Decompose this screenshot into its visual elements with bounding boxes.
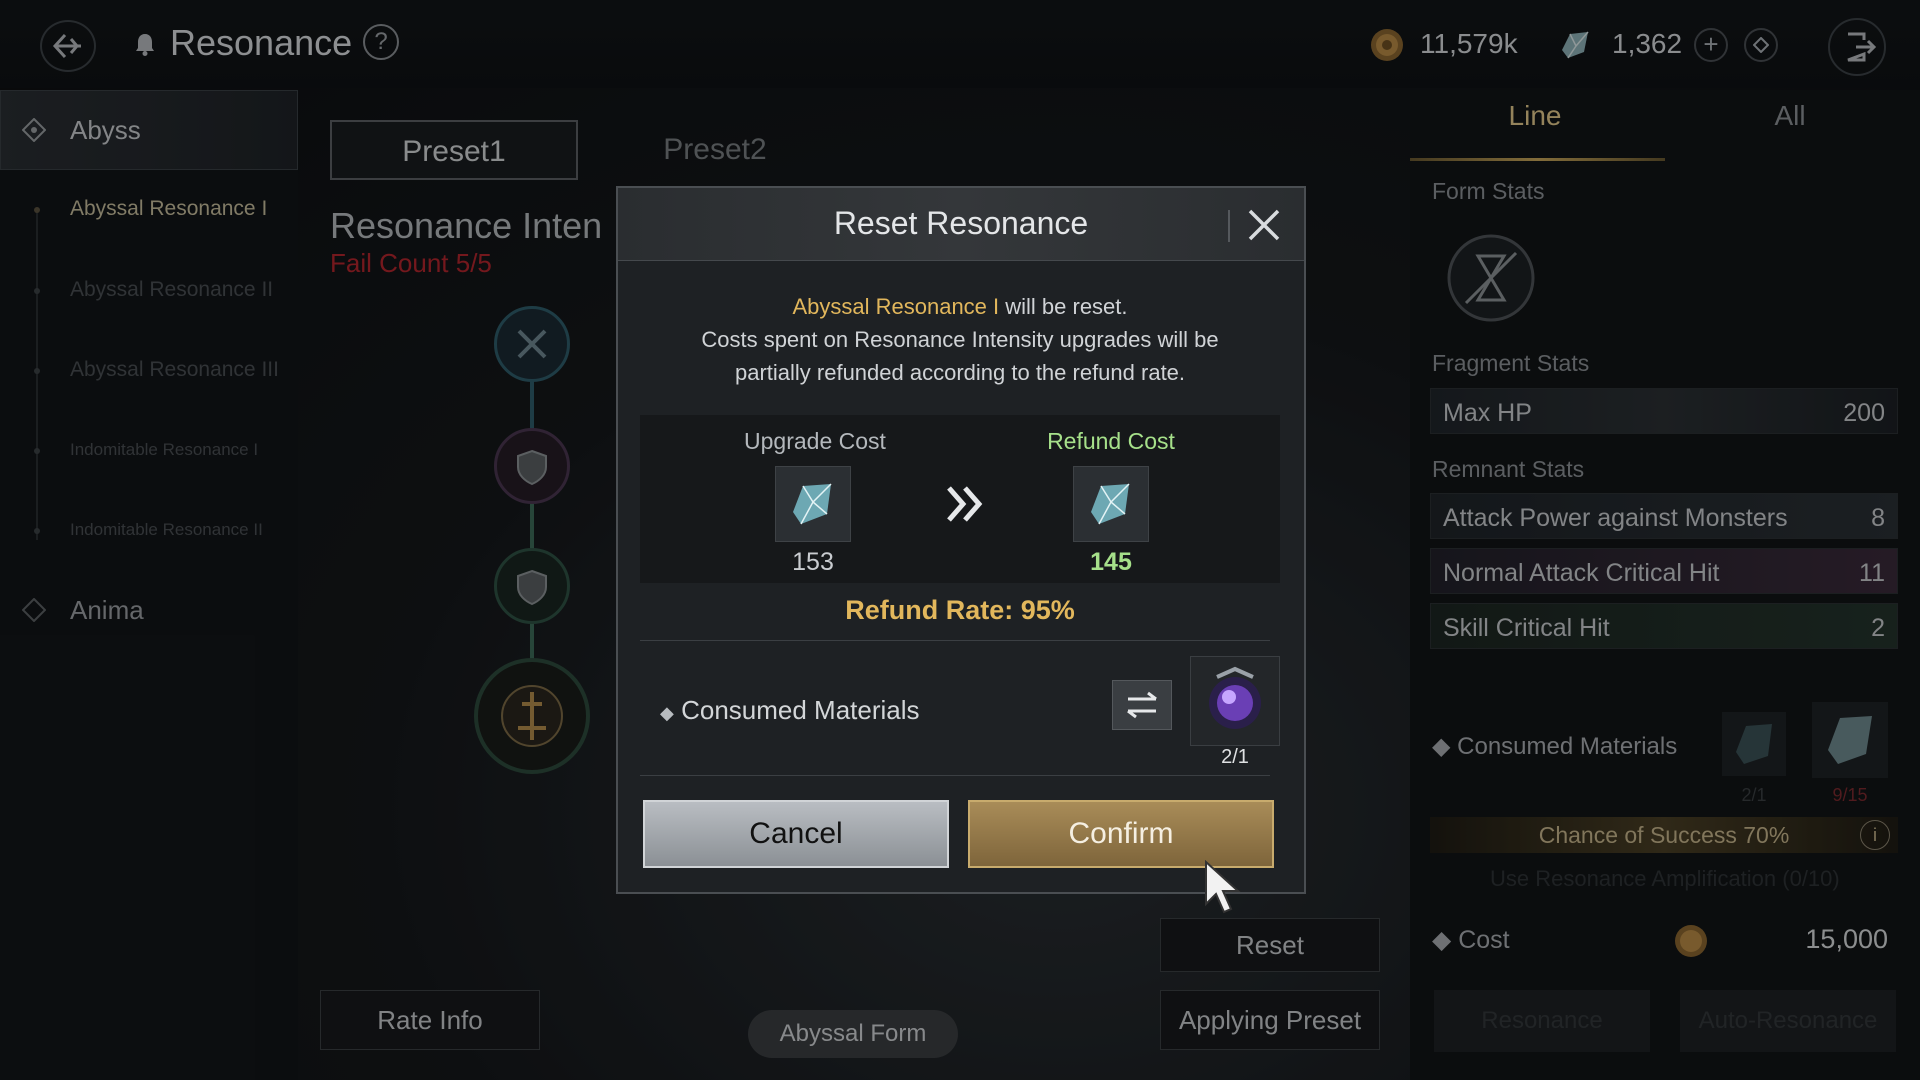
crystal-icon (793, 483, 832, 525)
consumed-materials-text: Consumed Materials (681, 695, 920, 725)
crystal-icon (1091, 483, 1130, 525)
refund-cost-value: 145 (1090, 548, 1132, 576)
description-line-3: partially refunded according to the refu… (734, 360, 1186, 385)
cancel-button[interactable]: Cancel (643, 800, 949, 868)
refund-cost-label: Refund Cost (1047, 428, 1175, 454)
header-divider (1228, 210, 1230, 242)
dialog-description: Abyssal Resonance I will be reset. Costs… (640, 290, 1280, 389)
consumed-material-count: 2/1 (1221, 746, 1249, 768)
upgrade-cost-label: Upgrade Cost (744, 428, 886, 454)
diamond-bullet-icon: ◆ (660, 703, 674, 723)
description-line-1: Abyssal Resonance I will be reset. (640, 290, 1280, 323)
swap-icon (1127, 691, 1157, 719)
divider (640, 775, 1270, 776)
swap-materials-button[interactable] (1112, 680, 1172, 730)
refund-material-slot (1073, 466, 1149, 542)
refund-rate: Refund Rate: 95% (845, 595, 1075, 625)
purple-orb-icon (1209, 666, 1261, 729)
description-line-1-rest: will be reset. (999, 294, 1128, 319)
consumed-materials-label: ◆ Consumed Materials (660, 695, 920, 726)
double-chevron-right-icon (947, 486, 983, 522)
resonance-name-highlight: Abyssal Resonance I (792, 294, 1000, 319)
description-line-2: Costs spent on Resonance Intensity upgra… (701, 327, 1219, 352)
upgrade-cost-value: 153 (792, 548, 834, 576)
dialog-title: Reset Resonance (833, 205, 1089, 241)
close-icon[interactable] (1244, 205, 1284, 245)
consumed-material-slot[interactable] (1190, 656, 1280, 746)
divider (640, 640, 1270, 641)
upgrade-material-slot (775, 466, 851, 542)
confirm-button[interactable]: Confirm (968, 800, 1274, 868)
mouse-cursor-icon (1205, 860, 1241, 914)
